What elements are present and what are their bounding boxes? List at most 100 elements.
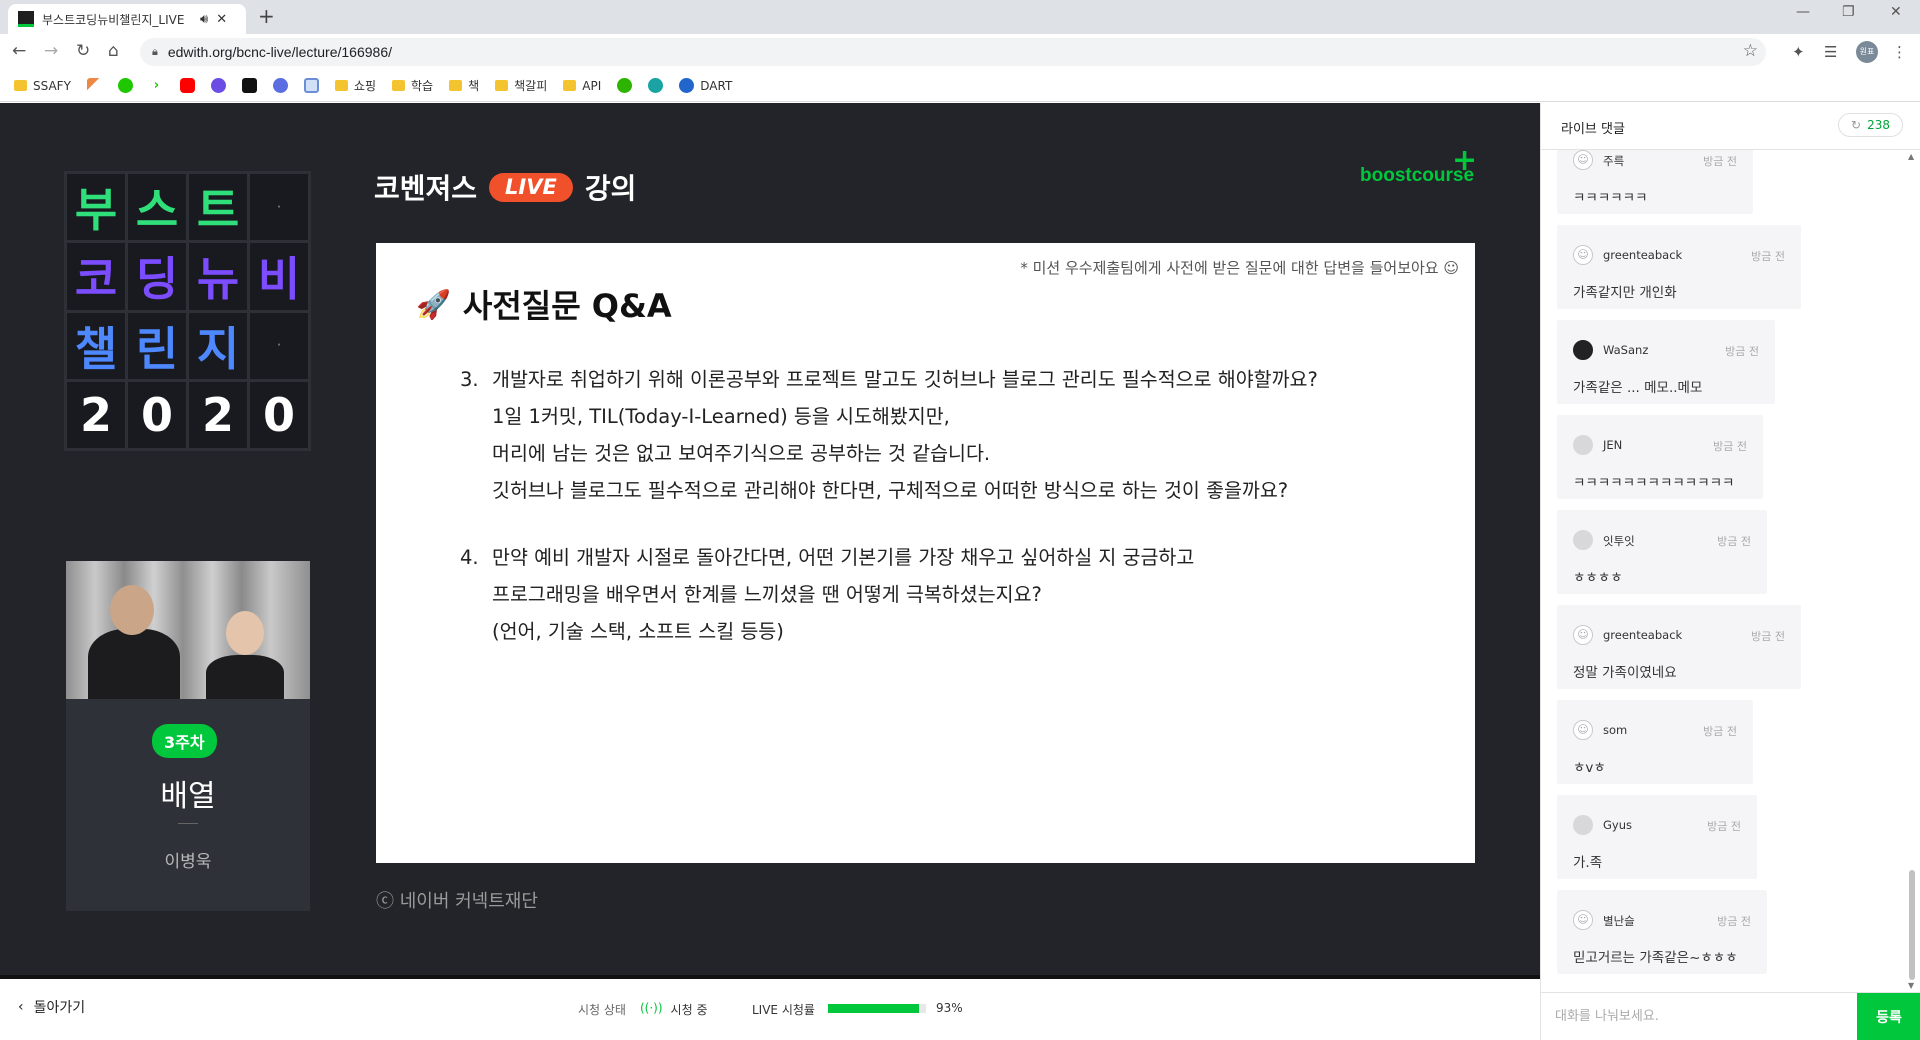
browser-tab[interactable]: 부스트코딩뉴비챌린지_LIVE 🔊︎ ✕ [8, 4, 246, 34]
window-close-icon[interactable]: ✕ [1890, 4, 1902, 20]
scroll-down-icon[interactable]: ▼ [1908, 981, 1914, 990]
profile-avatar[interactable]: 원표 [1856, 41, 1878, 63]
browser-menu-icon[interactable]: ⋮ [1892, 43, 1907, 61]
question-line: 1일 1커밋, TIL(Today-I-Learned) 등을 시도해봤지만, [492, 405, 950, 428]
bookmark-book[interactable]: 책 [449, 77, 479, 94]
logo-cell: 챌 [67, 312, 125, 379]
comment-item: JEN 방금 전 ㅋㅋㅋㅋㅋㅋㅋㅋㅋㅋㅋㅋㅋ [1557, 415, 1763, 499]
broadcast-icon: ((·)) [640, 1001, 663, 1015]
bookmark-green-icon[interactable] [117, 78, 133, 93]
forward-arrow-icon[interactable]: → [44, 41, 58, 61]
home-icon[interactable]: ⌂ [108, 41, 119, 61]
user-avatar-icon: ☺ [1573, 720, 1593, 740]
bookmark-purple-icon[interactable] [210, 78, 226, 93]
user-avatar-icon [1573, 815, 1593, 835]
bookmark-api[interactable]: API [563, 79, 601, 93]
logo-cell: 2 [189, 381, 247, 448]
comment-item: 잇투잇 방금 전 ㅎㅎㅎㅎ [1557, 510, 1767, 594]
user-avatar-icon: ☺ [1573, 910, 1593, 930]
slide-note: * 미션 우수제출팀에게 사전에 받은 질문에 대한 답변을 들어보아요 ☺ [1020, 259, 1459, 277]
refresh-count-button[interactable]: ↻ 238 [1838, 113, 1903, 137]
bookmark-label: 책갈피 [514, 79, 548, 93]
bookmark-shopping[interactable]: 쇼핑 [334, 77, 376, 94]
watch-status: ((·)) 시청 중 [640, 1001, 707, 1018]
bookmark-green-leaf-icon[interactable] [617, 78, 633, 93]
comment-input[interactable] [1541, 993, 1857, 1040]
url-omnibox[interactable]: 🔒︎ edwith.org/bcnc-live/lecture/166986/ … [140, 38, 1766, 66]
extensions-icon[interactable]: ✦ [1792, 43, 1805, 61]
back-button[interactable]: ‹ 돌아가기 [18, 997, 85, 1017]
webcam-video[interactable] [66, 561, 310, 699]
comment-author: WaSanz [1603, 343, 1649, 357]
new-tab-icon[interactable]: + [258, 4, 275, 28]
logo-char: 0 [140, 387, 173, 442]
bookmark-star-icon[interactable]: ☆ [1743, 41, 1758, 61]
reload-icon[interactable]: ↻ [76, 41, 90, 61]
comment-time: 방금 전 [1725, 345, 1759, 358]
bookmark-teal-icon[interactable] [648, 78, 664, 93]
user-avatar-icon: ☺ [1573, 625, 1593, 645]
logo-char: 지 [196, 321, 240, 376]
live-rate-fill [828, 1004, 920, 1013]
live-rate-value: 93% [936, 1001, 963, 1015]
scroll-up-icon[interactable]: ▲ [1908, 152, 1914, 161]
comment-text: 믿고거르는 가족같은~ㅎㅎㅎ [1573, 950, 1738, 966]
slide-title-text: 사전질문 Q&A [462, 287, 672, 325]
question-line: (언어, 기술 스택, 소프트 스킬 등등) [492, 620, 784, 643]
bookmark-dart[interactable]: DART [679, 78, 732, 93]
back-arrow-icon[interactable]: ← [12, 41, 26, 61]
comment-feed[interactable]: ☺ 주륵 방금 전 ㅋㅋㅋㅋㅋㅋ ☺ greenteaback 방금 전 가족같지만 개인화 W… [1541, 150, 1903, 992]
logo-cell: 뉴 [189, 243, 247, 310]
brand-title: 코벤져스 [374, 172, 478, 205]
logo-char: 0 [262, 387, 295, 442]
restore-icon[interactable]: ❐ [1842, 4, 1855, 20]
speaker-icon[interactable]: 🔊︎ [200, 12, 208, 27]
bookmark-blue-icon[interactable] [272, 78, 288, 93]
user-avatar-icon: ☺ [1573, 150, 1593, 170]
browser-tab-strip: 부스트코딩뉴비챌린지_LIVE 🔊︎ ✕ + — ❐ ✕ [0, 0, 1920, 34]
user-avatar-icon: ☺ [1573, 245, 1593, 265]
bookmark-label: 책 [468, 79, 480, 93]
presenter-left-body [88, 629, 180, 699]
logo-char: 부 [74, 183, 118, 238]
bookmark-bookmark[interactable]: 책갈피 [495, 77, 547, 94]
bookmark-study[interactable]: 학습 [392, 77, 433, 94]
question-number: 4. [460, 546, 479, 569]
panel-header: 라이브 댓글 ↻ 238 [1541, 103, 1920, 150]
comment-text: 가족같은 ... 메모..메모 [1573, 380, 1703, 396]
logo-cell: 2 [67, 381, 125, 448]
tab-close-icon[interactable]: ✕ [216, 12, 227, 27]
bookmarks-bar: SSAFY › 쇼핑 학습 책 책갈피 API DART [0, 70, 1920, 102]
live-comments-panel: 라이브 댓글 ↻ 238 ☺ 주륵 방금 전 ㅋㅋㅋㅋㅋㅋ ☺ greenteaback 방… [1540, 103, 1920, 1040]
logo-cell: 0 [250, 381, 308, 448]
bookmark-black-icon[interactable] [241, 78, 257, 93]
bookmark-chevron-icon[interactable]: › [148, 78, 164, 93]
question-4: 4. 만약 예비 개발자 시절로 돌아간다면, 어떤 기본기를 가장 채우고 싶… [460, 539, 1194, 650]
logo-cell: · [250, 312, 308, 379]
address-bar-row: ← → ↻ ⌂ 🔒︎ edwith.org/bcnc-live/lecture/… [0, 34, 1920, 70]
comment-author: greenteaback [1603, 248, 1683, 262]
question-line: 만약 예비 개발자 시절로 돌아간다면, 어떤 기본기를 가장 채우고 싶어하실… [492, 546, 1195, 569]
comment-text: 가족같지만 개인화 [1573, 285, 1677, 301]
logo-cell: 지 [189, 312, 247, 379]
lesson-title: 배열 [160, 779, 216, 814]
logo-char: 코 [74, 252, 118, 307]
presenter-left-head [110, 585, 154, 635]
stage-header: 코벤져스 LIVE 강의 [374, 167, 636, 207]
comment-text: ㅎㅎㅎㅎ [1573, 570, 1623, 586]
bookmark-ssafy[interactable]: SSAFY [14, 79, 71, 93]
bookmark-pencil-icon[interactable] [86, 78, 102, 93]
youtube-icon[interactable] [179, 78, 195, 93]
reading-list-icon[interactable]: ☰ [1824, 43, 1837, 61]
minimize-icon[interactable]: — [1796, 4, 1810, 20]
comment-scrollbar[interactable]: ▲ ▼ [1906, 150, 1918, 992]
submit-comment-button[interactable]: 등록 [1857, 993, 1920, 1040]
scroll-thumb[interactable] [1909, 870, 1915, 980]
comment-text: ㅎvㅎ [1573, 760, 1606, 776]
logo-char: 비 [257, 252, 301, 307]
logo-char: 트 [196, 183, 240, 238]
bookmark-doc-icon[interactable] [303, 78, 319, 93]
watching-label: 시청 중 [670, 1003, 708, 1017]
comment-author: 별난슬 [1603, 914, 1635, 928]
user-avatar-icon [1573, 530, 1593, 550]
